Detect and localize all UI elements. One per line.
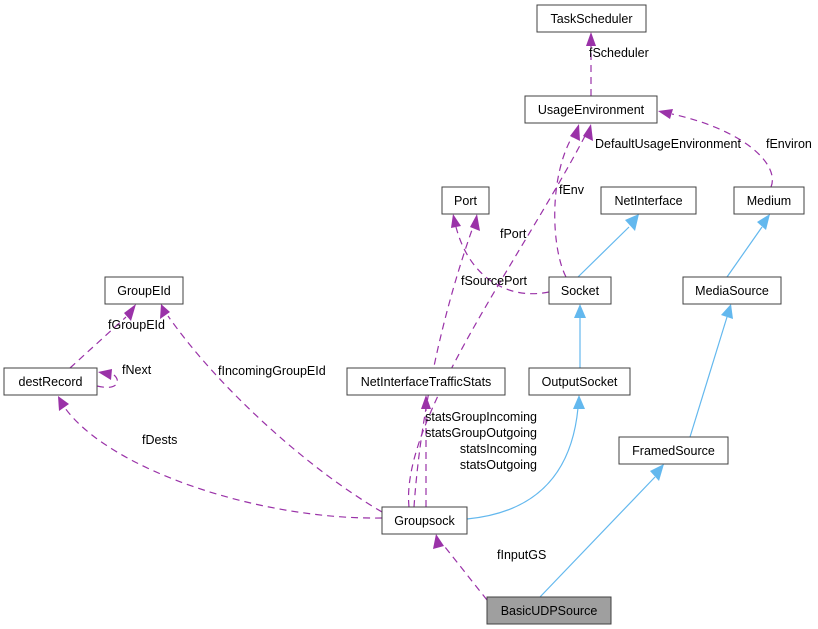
inherit-edge-socket-netinterface: [577, 214, 639, 278]
class-node-taskscheduler[interactable]: TaskScheduler: [536, 4, 647, 33]
edge-label-fincominggroupeid: fIncomingGroupEId: [218, 364, 326, 378]
class-node-netinterface[interactable]: NetInterface: [600, 186, 697, 215]
class-boxes: TaskScheduler UsageEnvironment Port NetInte…: [3, 4, 805, 625]
class-node-netinterfacetrafficstats[interactable]: NetInterfaceTrafficStats: [346, 367, 506, 396]
class-node-label: destRecord: [19, 375, 83, 389]
edge-label-fport: fPort: [500, 227, 527, 241]
class-node-label: Port: [454, 194, 477, 208]
inherit-edge-framedsource-mediasource: [689, 304, 733, 438]
inherit-edge-outputsocket-socket: [574, 304, 586, 368]
class-node-label: UsageEnvironment: [538, 103, 645, 117]
edge-label-fdests: fDests: [142, 433, 177, 447]
class-node-label: OutputSocket: [542, 375, 618, 389]
class-node-destrecord[interactable]: destRecord: [3, 367, 98, 396]
inheritance-edges: [466, 214, 770, 598]
assoc-edge-fgroupeid: [69, 304, 136, 369]
edge-label-fenviron: fEnviron: [766, 137, 812, 151]
edge-label-statsgroupincoming: statsGroupIncoming: [425, 410, 537, 424]
edge-label-fsourceport: fSourcePort: [461, 274, 528, 288]
edge-label-fnext: fNext: [122, 363, 152, 377]
class-node-outputsocket[interactable]: OutputSocket: [528, 367, 631, 396]
class-node-label: Groupsock: [394, 514, 455, 528]
class-node-socket[interactable]: Socket: [548, 276, 612, 305]
edge-label-statsgroupoutgoing: statsGroupOutgoing: [425, 426, 537, 440]
class-node-label: MediaSource: [695, 284, 769, 298]
edge-label-statsoutgoing: statsOutgoing: [460, 458, 537, 472]
inherit-edge-basicudpsource-framedsource: [539, 464, 664, 598]
class-node-label: GroupEId: [117, 284, 171, 298]
edge-label-defaultusageenvironment: DefaultUsageEnvironment: [595, 137, 741, 151]
edge-label-statsincoming: statsIncoming: [460, 442, 537, 456]
class-node-label: FramedSource: [632, 444, 715, 458]
class-node-label: NetInterfaceTrafficStats: [361, 375, 492, 389]
class-node-label: NetInterface: [614, 194, 682, 208]
edge-label-fscheduler: fScheduler: [589, 46, 649, 60]
class-node-label: BasicUDPSource: [501, 604, 598, 618]
class-node-framedsource[interactable]: FramedSource: [618, 436, 729, 465]
assoc-edge-fnext: [96, 369, 118, 388]
assoc-edge-fscheduler: [586, 32, 596, 96]
class-node-mediasource[interactable]: MediaSource: [682, 276, 782, 305]
class-node-port[interactable]: Port: [441, 186, 490, 215]
diagram-canvas: TaskScheduler UsageEnvironment Port NetInte…: [3, 4, 812, 625]
edge-label-fgroupeid: fGroupEId: [108, 318, 165, 332]
class-node-label: Medium: [747, 194, 791, 208]
edge-label-fenv: fEnv: [559, 183, 585, 197]
assoc-edge-fenv: [554, 124, 580, 278]
class-node-groupeid[interactable]: GroupEId: [104, 276, 184, 305]
class-node-usageenvironment[interactable]: UsageEnvironment: [524, 95, 658, 124]
class-node-label: Socket: [561, 284, 600, 298]
edge-label-finputgs: fInputGS: [497, 548, 546, 562]
class-node-label: TaskScheduler: [551, 12, 633, 26]
assoc-edge-finputgs: [433, 534, 488, 601]
class-node-groupsock[interactable]: Groupsock: [381, 506, 468, 535]
assoc-edge-fdests: [58, 396, 383, 519]
uml-class-diagram: TaskScheduler UsageEnvironment Port NetInte…: [0, 0, 818, 629]
inherit-edge-mediasource-medium: [726, 214, 770, 278]
class-node-basicudpsource[interactable]: BasicUDPSource: [486, 596, 612, 625]
class-node-medium[interactable]: Medium: [733, 186, 805, 215]
assoc-edge-fincominggroupeid: [160, 304, 383, 513]
